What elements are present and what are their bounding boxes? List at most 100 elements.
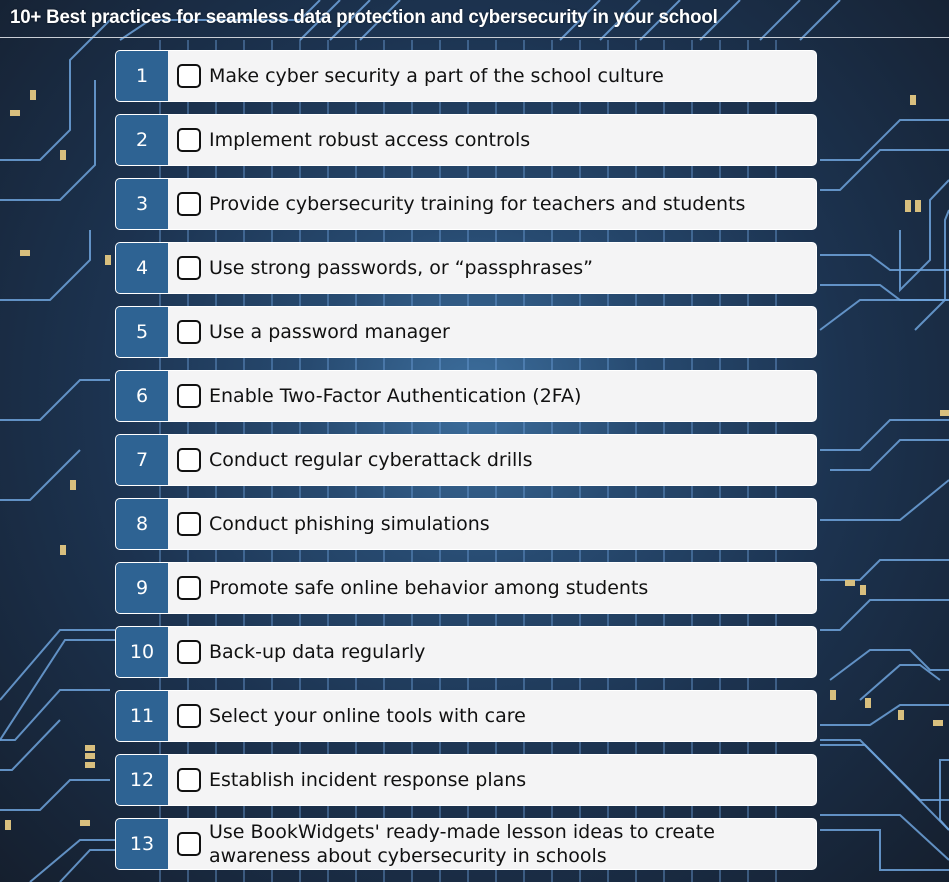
circuit-pad	[915, 200, 921, 212]
circuit-trace	[820, 419, 949, 451]
circuit-pad	[5, 820, 11, 830]
circuit-trace	[820, 284, 949, 301]
checkbox[interactable]	[177, 704, 201, 728]
item-number-badge: 8	[116, 499, 168, 549]
circuit-trace	[830, 439, 949, 471]
item-label: Conduct phishing simulations	[209, 513, 490, 535]
checklist-item[interactable]: 4 Use strong passwords, or “passphrases”	[115, 242, 817, 294]
circuit-trace	[820, 704, 949, 726]
checkbox[interactable]	[177, 64, 201, 88]
circuit-trace	[0, 379, 110, 421]
checkbox[interactable]	[177, 832, 201, 856]
checklist-item[interactable]: 8 Conduct phishing simulations	[115, 498, 817, 550]
item-label: Establish incident response plans	[209, 769, 527, 791]
item-label: Provide cybersecurity training for teach…	[209, 193, 746, 215]
circuit-pad	[933, 720, 943, 726]
circuit-trace	[820, 829, 949, 871]
checkbox[interactable]	[177, 512, 201, 536]
checklist-item[interactable]: 10 Back-up data regularly	[115, 626, 817, 678]
item-number-badge: 5	[116, 307, 168, 357]
circuit-pad	[105, 255, 111, 265]
circuit-trace	[59, 849, 115, 882]
item-label: Conduct regular cyberattack drills	[209, 449, 533, 471]
circuit-trace	[29, 839, 115, 882]
item-number-badge: 7	[116, 435, 168, 485]
circuit-trace	[820, 739, 949, 801]
circuit-pad	[845, 580, 855, 586]
circuit-trace	[820, 119, 949, 161]
circuit-trace	[820, 744, 949, 831]
circuit-pad	[60, 150, 66, 160]
item-label: Use BookWidgets' ready-made lesson ideas…	[209, 821, 715, 867]
item-number-badge: 11	[116, 691, 168, 741]
header: 10+ Best practices for seamless data pro…	[0, 0, 949, 38]
checklist-item[interactable]: 6 Enable Two-Factor Authentication (2FA)	[115, 370, 817, 422]
circuit-pad	[830, 690, 836, 700]
checkbox[interactable]	[177, 384, 201, 408]
item-number-badge: 13	[116, 819, 168, 869]
checklist-item[interactable]: 11 Select your online tools with care	[115, 690, 817, 742]
item-number-badge: 1	[116, 51, 168, 101]
checklist-item[interactable]: 9 Promote safe online behavior among stud…	[115, 562, 817, 614]
circuit-trace	[820, 149, 949, 191]
item-number-badge: 6	[116, 371, 168, 421]
checkbox[interactable]	[177, 768, 201, 792]
circuit-pad	[80, 820, 90, 826]
circuit-trace	[939, 759, 949, 831]
item-number-badge: 3	[116, 179, 168, 229]
circuit-trace	[0, 80, 96, 201]
circuit-pad	[30, 90, 36, 100]
checkbox[interactable]	[177, 576, 201, 600]
circuit-pad	[85, 745, 95, 751]
checkbox[interactable]	[177, 640, 201, 664]
circuit-pad	[20, 250, 30, 256]
item-label: Enable Two-Factor Authentication (2FA)	[209, 385, 582, 407]
circuit-trace	[820, 814, 949, 861]
circuit-trace	[859, 664, 941, 701]
item-number-badge: 4	[116, 243, 168, 293]
circuit-trace	[0, 230, 91, 301]
circuit-pad	[865, 698, 871, 708]
circuit-pad	[60, 545, 66, 555]
checkbox[interactable]	[177, 192, 201, 216]
circuit-pad	[905, 200, 911, 212]
checkbox[interactable]	[177, 320, 201, 344]
circuit-pad	[940, 410, 949, 416]
checklist-item[interactable]: 7 Conduct regular cyberattack drills	[115, 434, 817, 486]
item-number-badge: 2	[116, 115, 168, 165]
circuit-pad	[70, 480, 76, 490]
circuit-trace	[0, 449, 81, 501]
checklist-item[interactable]: 2 Implement robust access controls	[115, 114, 817, 166]
checklist-item[interactable]: 12 Establish incident response plans	[115, 754, 817, 806]
checklist-item[interactable]: 5 Use a password manager	[115, 306, 817, 358]
item-label: Promote safe online behavior among stude…	[209, 577, 649, 599]
circuit-pad	[85, 753, 95, 759]
circuit-trace	[820, 599, 949, 631]
circuit-trace	[820, 479, 949, 521]
item-number-badge: 10	[116, 627, 168, 677]
checkbox[interactable]	[177, 256, 201, 280]
circuit-trace	[0, 19, 111, 161]
checklist-item[interactable]: 13 Use BookWidgets' ready-made lesson ide…	[115, 818, 817, 870]
item-label: Implement robust access controls	[209, 129, 531, 151]
item-label: Use strong passwords, or “passphrases”	[209, 257, 593, 279]
checkbox[interactable]	[177, 448, 201, 472]
circuit-trace	[899, 179, 949, 293]
checklist-item[interactable]: 3 Provide cybersecurity training for teac…	[115, 178, 817, 230]
item-label: Back-up data regularly	[209, 641, 426, 663]
circuit-pad	[910, 95, 916, 105]
checklist-item[interactable]: 1 Make cyber security a part of the schoo…	[115, 50, 817, 102]
item-number-badge: 12	[116, 755, 168, 805]
item-label: Select your online tools with care	[209, 705, 526, 727]
circuit-pad	[898, 710, 904, 720]
item-label: Make cyber security a part of the school…	[209, 65, 664, 87]
checkbox[interactable]	[177, 128, 201, 152]
page-title: 10+ Best practices for seamless data pro…	[10, 7, 718, 28]
circuit-trace	[0, 779, 110, 811]
item-number-badge: 9	[116, 563, 168, 613]
item-label: Use a password manager	[209, 321, 450, 343]
circuit-trace	[820, 559, 949, 581]
circuit-pad	[860, 585, 866, 595]
circuit-pad	[10, 110, 20, 116]
circuit-pad	[85, 762, 95, 768]
